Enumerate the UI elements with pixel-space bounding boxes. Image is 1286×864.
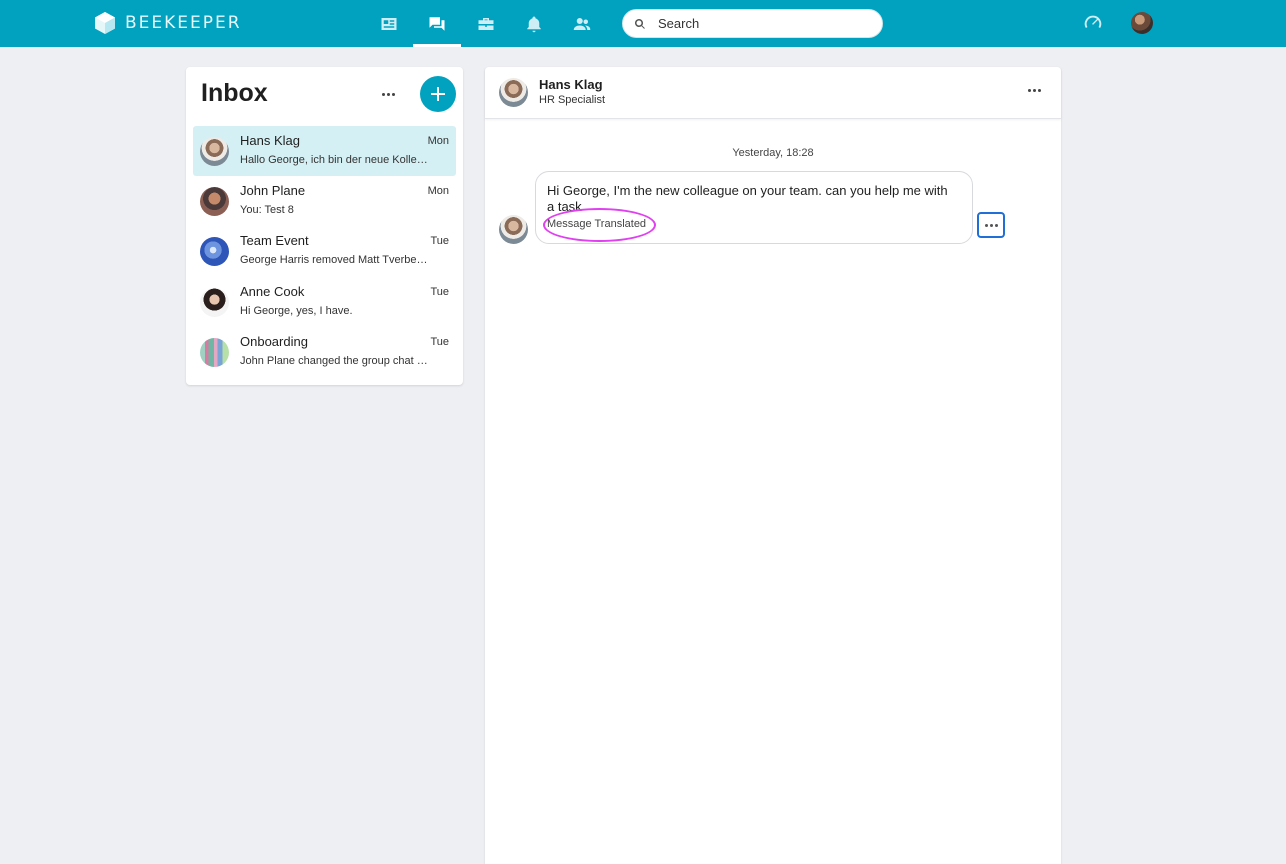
contact-role: HR Specialist	[539, 94, 606, 106]
avatar	[200, 187, 229, 216]
brand-name: BEEKEEPER	[125, 13, 242, 33]
user-avatar[interactable]	[1131, 12, 1153, 34]
conversation-day: Tue	[430, 336, 449, 348]
inbox-title: Inbox	[201, 79, 268, 107]
conversation-preview: Hi George, yes, I have.	[240, 305, 353, 317]
conversation-name: Team Event	[240, 233, 309, 248]
avatar	[200, 338, 229, 367]
translation-status[interactable]: Message Translated	[547, 218, 646, 230]
chat-header: Hans Klag HR Specialist	[485, 67, 1061, 119]
avatar	[200, 137, 229, 166]
sender-avatar[interactable]	[499, 215, 528, 244]
conversation-preview: John Plane changed the group chat …	[240, 355, 428, 367]
date-separator: Yesterday, 18:28	[732, 147, 814, 159]
conversation-item-hans-klag[interactable]: Hans Klag Mon Hallo George, ich bin der …	[193, 126, 456, 176]
plus-icon	[431, 87, 445, 101]
news-feed-icon	[381, 17, 397, 30]
nav-toolbox[interactable]	[462, 0, 510, 47]
more-dots-icon	[1027, 88, 1031, 92]
chat-icon	[429, 16, 445, 31]
conversation-name: John Plane	[240, 183, 306, 198]
conversation-item-john-plane[interactable]: John Plane Mon You: Test 8	[193, 176, 456, 226]
conversation-day: Tue	[430, 286, 449, 298]
chat-more-options-button[interactable]	[1022, 83, 1046, 97]
bell-icon	[527, 16, 541, 32]
conversation-name: Anne Cook	[240, 284, 305, 299]
nav-notifications[interactable]	[510, 0, 558, 47]
contact-name[interactable]: Hans Klag	[539, 77, 603, 92]
conversation-preview: George Harris removed Matt Tverbe…	[240, 254, 428, 266]
avatar	[200, 237, 229, 266]
conversation-preview: You: Test 8	[240, 204, 294, 216]
conversation-item-onboarding[interactable]: Onboarding Tue John Plane changed the gr…	[193, 327, 456, 377]
message-bubble[interactable]: Hi George, I'm the new colleague on your…	[535, 171, 973, 244]
inbox-more-options-button[interactable]	[376, 85, 400, 103]
more-dots-icon	[381, 92, 385, 96]
conversation-item-anne-cook[interactable]: Anne Cook Tue Hi George, yes, I have.	[193, 277, 456, 327]
nav-chat[interactable]	[413, 0, 461, 47]
inbox-panel: Inbox Hans Klag Mon Hallo George, ich bi…	[186, 67, 463, 385]
top-navigation-bar: BEEKEEPER	[0, 0, 1286, 47]
more-dots-icon	[984, 223, 988, 227]
search-input[interactable]	[658, 16, 858, 31]
message-options-button[interactable]	[977, 212, 1005, 238]
nav-news-feed[interactable]	[365, 0, 413, 47]
people-icon	[573, 17, 591, 30]
gauge-icon[interactable]	[1082, 12, 1104, 34]
search-bar[interactable]	[622, 9, 883, 38]
contact-avatar[interactable]	[499, 78, 528, 107]
conversation-day: Tue	[430, 235, 449, 247]
conversation-name: Hans Klag	[240, 133, 300, 148]
avatar	[200, 288, 229, 317]
new-conversation-button[interactable]	[420, 76, 456, 112]
nav-people[interactable]	[558, 0, 606, 47]
beekeeper-logo[interactable]: BEEKEEPER	[93, 11, 242, 35]
beekeeper-logo-icon	[95, 12, 115, 34]
conversation-day: Mon	[427, 135, 449, 147]
conversation-name: Onboarding	[240, 334, 308, 349]
chat-panel: Hans Klag HR Specialist Yesterday, 18:28…	[485, 67, 1061, 864]
conversation-preview: Hallo George, ich bin der neue Kolle…	[240, 154, 428, 166]
search-icon	[634, 18, 645, 29]
conversation-day: Mon	[427, 185, 449, 197]
conversation-item-team-event[interactable]: Team Event Tue George Harris removed Mat…	[193, 226, 456, 276]
toolbox-icon	[478, 17, 494, 30]
